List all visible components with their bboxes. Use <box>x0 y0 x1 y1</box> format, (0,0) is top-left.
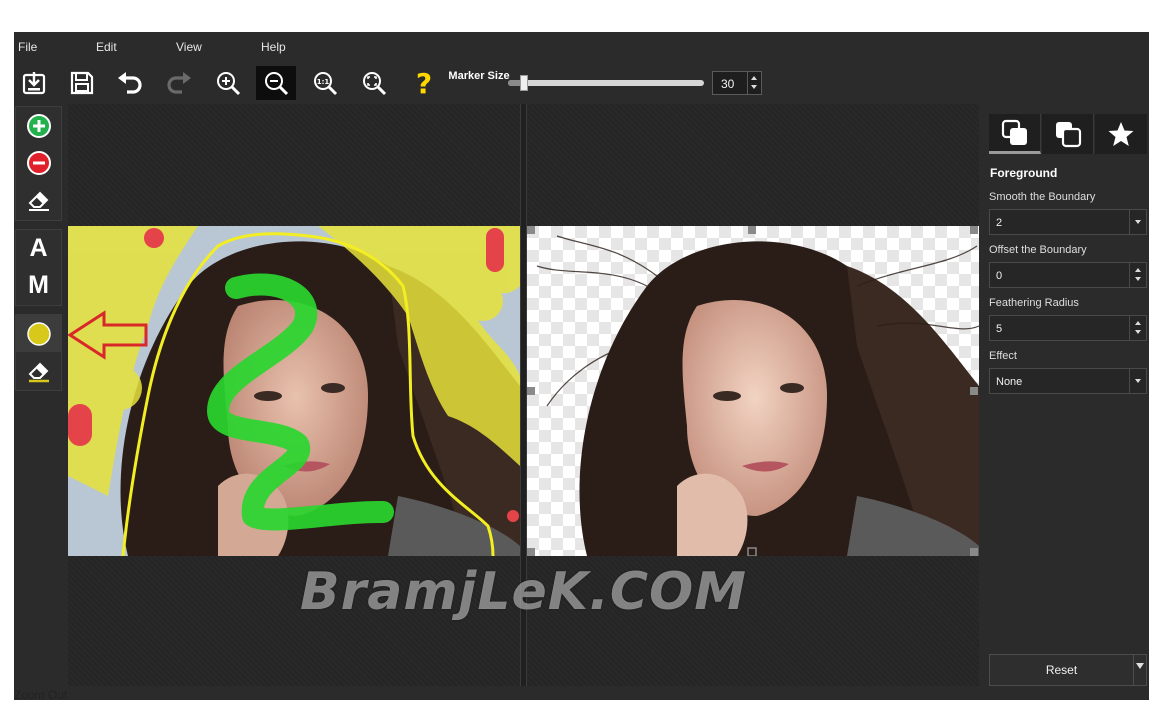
smooth-select[interactable]: 2 <box>989 209 1147 235</box>
tab-background[interactable] <box>1042 114 1094 154</box>
app-window: File Edit View Help 1:1 ? Marker Size 30… <box>14 32 1149 700</box>
help-button[interactable]: ? <box>404 66 444 100</box>
canvas-divider[interactable] <box>520 104 527 686</box>
left-tool-panel: A M <box>14 104 64 700</box>
hair-eraser-tool[interactable] <box>16 352 61 389</box>
save-button[interactable] <box>62 66 102 100</box>
add-foreground-tool[interactable] <box>16 107 61 144</box>
menu-help[interactable]: Help <box>261 40 286 54</box>
panel-tabs <box>989 114 1147 156</box>
zoom-in-button[interactable] <box>208 66 248 100</box>
source-photo[interactable] <box>68 226 520 556</box>
remove-background-tool[interactable] <box>16 144 61 181</box>
auto-mode-tool[interactable]: A <box>16 230 61 267</box>
spin-down-icon[interactable] <box>1135 330 1141 334</box>
redo-button[interactable] <box>159 66 199 100</box>
undo-button[interactable] <box>110 66 150 100</box>
svg-text:?: ? <box>416 69 432 97</box>
spin-down-icon[interactable] <box>751 85 757 89</box>
mask-tools-group <box>15 106 62 221</box>
status-text: Zoom Out <box>14 688 68 702</box>
save-icon <box>70 71 94 95</box>
feather-value: 5 <box>996 323 1003 335</box>
result-canvas[interactable] <box>527 104 979 686</box>
background-tab-icon <box>1055 122 1081 148</box>
reset-button[interactable]: Reset <box>989 654 1134 686</box>
undo-icon <box>118 72 142 94</box>
menu-bar: File Edit View Help <box>14 32 1149 60</box>
mode-tools-group: A M <box>15 229 62 306</box>
result-photo[interactable] <box>527 226 979 556</box>
spin-down-icon[interactable] <box>1135 277 1141 281</box>
zoom-in-icon <box>217 72 241 96</box>
redo-icon <box>167 72 191 94</box>
feather-label: Feathering Radius <box>989 297 1079 309</box>
pointer-arrow-icon <box>68 310 148 360</box>
marker-size-label: Marker Size <box>448 70 510 82</box>
menu-edit[interactable]: Edit <box>96 40 117 54</box>
actual-size-icon: 1:1 <box>314 72 338 96</box>
marker-size-value: 30 <box>721 77 735 91</box>
hair-tools-group <box>15 314 62 391</box>
zoom-out-button[interactable] <box>256 66 296 100</box>
import-button[interactable] <box>14 66 54 100</box>
import-icon <box>22 72 46 95</box>
tab-effects[interactable] <box>1095 114 1147 154</box>
marker-size-spinbox[interactable]: 30 <box>712 71 762 95</box>
spin-up-icon[interactable] <box>1135 268 1141 272</box>
effect-select[interactable]: None <box>989 368 1147 394</box>
svg-text:1:1: 1:1 <box>317 78 330 86</box>
reset-dropdown-icon[interactable] <box>1134 654 1147 686</box>
settings-panel: Foreground Smooth the Boundary 2 Offset … <box>989 114 1147 700</box>
fit-screen-button[interactable] <box>354 66 394 100</box>
zoom-out-icon <box>265 72 289 96</box>
add-foreground-icon <box>26 113 51 138</box>
actual-size-button[interactable]: 1:1 <box>305 66 345 100</box>
manual-mode-letter: M <box>28 271 49 299</box>
smooth-value: 2 <box>996 217 1003 229</box>
spin-up-icon[interactable] <box>1135 321 1141 325</box>
effects-star-icon <box>1108 122 1134 146</box>
section-title: Foreground <box>990 166 1058 180</box>
auto-mode-letter: A <box>29 234 48 262</box>
spin-arrows[interactable] <box>1129 263 1146 287</box>
hair-marker-icon <box>26 321 51 346</box>
help-icon: ? <box>416 69 432 97</box>
menu-file[interactable]: File <box>18 40 37 54</box>
foreground-tab-icon <box>1001 119 1027 145</box>
spin-arrows[interactable] <box>1129 316 1146 340</box>
fit-screen-icon <box>363 72 387 96</box>
source-photo-svg <box>68 226 520 556</box>
marker-size-slider[interactable] <box>508 75 706 91</box>
hair-eraser-icon <box>28 362 49 382</box>
result-photo-svg <box>527 226 979 556</box>
offset-label: Offset the Boundary <box>989 244 1087 256</box>
menu-view[interactable]: View <box>176 40 202 54</box>
feather-spinbox[interactable]: 5 <box>989 315 1147 341</box>
offset-spinbox[interactable]: 0 <box>989 262 1147 288</box>
spin-up-icon[interactable] <box>751 76 757 80</box>
slider-track <box>508 80 704 86</box>
hair-marker-tool[interactable] <box>16 315 61 352</box>
offset-value: 0 <box>996 270 1003 282</box>
eraser-tool[interactable] <box>16 181 61 218</box>
remove-background-icon <box>26 150 51 175</box>
chevron-down-icon[interactable] <box>1129 369 1146 393</box>
effect-value: None <box>996 376 1023 388</box>
toolbar: 1:1 ? Marker Size 30 <box>14 66 1149 100</box>
effect-label: Effect <box>989 350 1017 362</box>
chevron-down-icon[interactable] <box>1129 210 1146 234</box>
tab-foreground[interactable] <box>989 114 1041 154</box>
spin-arrows[interactable] <box>747 72 761 94</box>
source-canvas[interactable] <box>68 104 520 686</box>
eraser-icon <box>28 191 49 211</box>
slider-thumb[interactable] <box>520 75 528 91</box>
manual-mode-tool[interactable]: M <box>16 267 61 304</box>
smooth-label: Smooth the Boundary <box>989 191 1096 203</box>
